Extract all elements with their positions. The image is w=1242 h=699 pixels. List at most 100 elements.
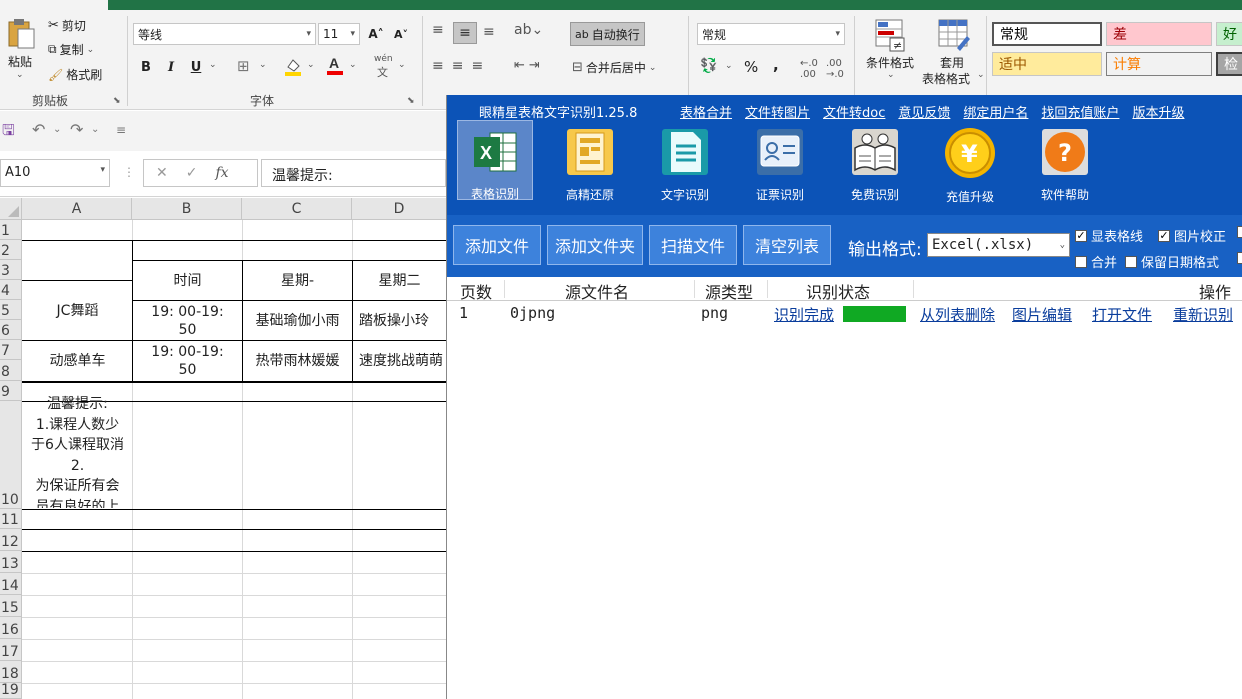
output-format-select[interactable]: Excel(.xlsx) ⌄ bbox=[927, 233, 1070, 257]
table-format-label-2[interactable]: 表格格式 bbox=[922, 70, 970, 87]
link-recover-account[interactable]: 找回充值账户 bbox=[1041, 102, 1119, 121]
fill-color-icon[interactable] bbox=[284, 56, 302, 76]
undo-icon[interactable]: ↶ bbox=[32, 120, 45, 139]
row-header[interactable]: 2 bbox=[0, 240, 22, 260]
checkbox-merge[interactable]: 合并 bbox=[1075, 252, 1117, 271]
checkbox-partial[interactable] bbox=[1237, 252, 1242, 264]
row-header[interactable]: 8 bbox=[0, 360, 22, 381]
paste-label[interactable]: 粘贴 bbox=[8, 53, 32, 70]
redo-dropdown-icon[interactable]: ⌄ bbox=[91, 124, 99, 135]
style-neutral[interactable]: 适中 bbox=[992, 52, 1102, 76]
comma-button[interactable]: , bbox=[773, 56, 779, 74]
tool-free-recognition[interactable]: 免费识别 bbox=[837, 120, 913, 202]
row-header[interactable]: 5 bbox=[0, 300, 22, 320]
link-file-to-image[interactable]: 文件转图片 bbox=[745, 102, 810, 121]
tool-recharge-upgrade[interactable]: ¥ 充值升级 bbox=[932, 120, 1008, 204]
style-calculation[interactable]: 计算 bbox=[1106, 52, 1212, 76]
link-table-merge[interactable]: 表格合并 bbox=[680, 102, 732, 121]
fill-dropdown-icon[interactable]: ⌄ bbox=[307, 60, 315, 70]
row-header[interactable]: 19 bbox=[0, 683, 22, 699]
save-icon[interactable]: 🖫 bbox=[2, 120, 15, 145]
worksheet-grid[interactable]: A B C D 1 2 3 4 5 6 7 8 9 10 11 12 13 14… bbox=[0, 198, 446, 699]
paste-dropdown-icon[interactable]: ⌄ bbox=[16, 70, 24, 80]
row-header[interactable]: 11 bbox=[0, 509, 22, 529]
percent-button[interactable]: % bbox=[744, 58, 758, 76]
font-name-select[interactable]: 等线 ▾ bbox=[133, 23, 316, 45]
column-header-c[interactable]: C bbox=[242, 198, 352, 220]
clipboard-launcher-icon[interactable]: ⬊ bbox=[113, 96, 121, 106]
bold-button[interactable]: B bbox=[136, 57, 156, 77]
select-all-corner[interactable] bbox=[0, 198, 22, 220]
number-format-select[interactable]: 常规 ▾ bbox=[697, 23, 845, 45]
indent-icons[interactable]: ⇤⇥ bbox=[514, 58, 544, 73]
cell-c5-yoga[interactable]: 基础瑜伽小雨 bbox=[243, 301, 352, 340]
align-horizontal-icons[interactable]: ≡≡≡ bbox=[432, 58, 491, 74]
row-header[interactable]: 15 bbox=[0, 595, 22, 617]
checkbox-image-correction[interactable]: ✓ 图片校正 bbox=[1158, 226, 1226, 245]
table-format-label-1[interactable]: 套用 bbox=[940, 54, 964, 71]
column-header-a[interactable]: A bbox=[22, 198, 132, 220]
formula-input[interactable]: 温馨提示: bbox=[261, 159, 446, 187]
cell-a7-bike[interactable]: 动感单车 bbox=[23, 341, 132, 381]
row-header[interactable]: 12 bbox=[0, 529, 22, 551]
column-header-d[interactable]: D bbox=[352, 198, 446, 220]
style-normal[interactable]: 常规 bbox=[992, 22, 1102, 46]
undo-dropdown-icon[interactable]: ⌄ bbox=[53, 124, 61, 135]
font-color-dropdown-icon[interactable]: ⌄ bbox=[349, 60, 357, 70]
merge-center-button[interactable]: ⊟ 合并后居中 ⌄ bbox=[572, 59, 656, 76]
cell-a4-jc-dance[interactable]: JC舞蹈 bbox=[23, 281, 132, 340]
cell-d7-speed[interactable]: 速度挑战萌萌 bbox=[353, 341, 446, 381]
cell-b7-time[interactable]: 19: 00-19: 50 bbox=[133, 341, 242, 381]
font-color-icon[interactable]: A bbox=[326, 55, 344, 75]
cell-a10-tips[interactable]: 温馨提示: 1.课程人数少 于6人课程取消 2. 为保证所有会 员有良好的上 bbox=[23, 394, 132, 508]
border-dropdown-icon[interactable]: ⌄ bbox=[259, 60, 267, 70]
increase-font-icon[interactable]: A˄ bbox=[366, 24, 386, 44]
file-list-row[interactable]: 1 0jpng png 识别完成 从列表删除 图片编辑 打开文件 重新识别 bbox=[447, 301, 1242, 325]
name-box[interactable]: A10 ▾ bbox=[0, 159, 110, 187]
cancel-icon[interactable]: ✕ bbox=[156, 165, 168, 181]
cell-c3-monday[interactable]: 星期- bbox=[243, 261, 352, 300]
table-format-dropdown-icon[interactable]: ⌄ bbox=[977, 70, 985, 80]
checkbox-keep-date-format[interactable]: 保留日期格式 bbox=[1125, 252, 1219, 271]
row-header[interactable]: 13 bbox=[0, 551, 22, 573]
row-header[interactable]: 14 bbox=[0, 573, 22, 595]
font-launcher-icon[interactable]: ⬊ bbox=[407, 96, 415, 106]
row-header[interactable]: 7 bbox=[0, 340, 22, 360]
row-header[interactable]: 4 bbox=[0, 280, 22, 300]
cell-b5-time[interactable]: 19: 00-19: 50 bbox=[133, 301, 242, 340]
tool-text-recognition[interactable]: 文字识别 bbox=[647, 120, 723, 202]
border-icon[interactable]: ⊞ bbox=[237, 57, 250, 75]
row-header[interactable]: 9 bbox=[0, 381, 22, 401]
row-header[interactable]: 16 bbox=[0, 617, 22, 639]
tool-help[interactable]: ? 软件帮助 bbox=[1027, 120, 1103, 202]
decrease-font-icon[interactable]: A˅ bbox=[391, 24, 411, 44]
tool-hq-restore[interactable]: 高精还原 bbox=[552, 120, 628, 202]
link-bind-username[interactable]: 绑定用户名 bbox=[963, 102, 1028, 121]
increase-decimal-icon[interactable]: ←.0.00 bbox=[800, 58, 818, 80]
align-top-icon[interactable]: ≡ bbox=[432, 22, 444, 38]
tool-table-recognition[interactable]: X 表格识别 bbox=[457, 120, 533, 201]
row-header[interactable]: 3 bbox=[0, 260, 22, 280]
phonetic-dropdown-icon[interactable]: ⌄ bbox=[398, 60, 406, 70]
copy-button[interactable]: ⧉ 复制 ⌄ bbox=[48, 41, 94, 58]
add-file-button[interactable]: 添加文件 bbox=[453, 225, 541, 265]
scan-file-button[interactable]: 扫描文件 bbox=[649, 225, 737, 265]
cell-d5-step[interactable]: 踏板操小玲 bbox=[353, 301, 446, 340]
row-delete-link[interactable]: 从列表删除 bbox=[920, 304, 995, 325]
splitter-icon[interactable]: ⋮ bbox=[123, 165, 135, 179]
format-painter-button[interactable]: 🖌 格式刷 bbox=[48, 66, 102, 83]
column-header-b[interactable]: B bbox=[132, 198, 242, 220]
currency-icon[interactable]: 💱 bbox=[700, 58, 717, 74]
link-feedback[interactable]: 意见反馈 bbox=[898, 102, 950, 121]
redo-icon[interactable]: ↷ bbox=[70, 120, 83, 139]
decrease-decimal-icon[interactable]: .00 →.0 bbox=[826, 58, 844, 80]
cell-b3-time[interactable]: 时间 bbox=[133, 261, 242, 300]
underline-button[interactable]: U bbox=[186, 57, 206, 77]
italic-button[interactable]: I bbox=[161, 57, 181, 77]
cut-button[interactable]: ✂ 剪切 bbox=[48, 17, 86, 34]
tool-id-recognition[interactable]: 证票识别 bbox=[742, 120, 818, 202]
add-folder-button[interactable]: 添加文件夹 bbox=[547, 225, 643, 265]
insert-function-icon[interactable]: fx bbox=[215, 165, 228, 181]
checkbox-show-gridlines[interactable]: ✓ 显表格线 bbox=[1075, 226, 1143, 245]
underline-dropdown-icon[interactable]: ⌄ bbox=[209, 60, 217, 70]
